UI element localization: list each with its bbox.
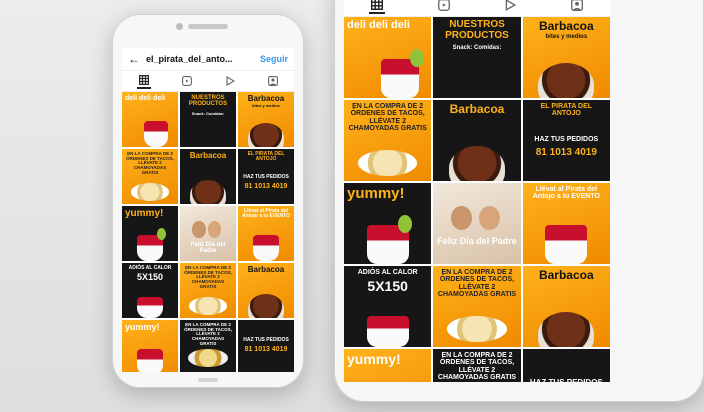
post-thumbnail[interactable]: EL PIRATA DEL ANTOJO HAZ TUS PEDIDOS 81 10…: [522, 100, 610, 181]
post-grid-right: deli deli deli NUESTROS PRODUCTOS Snack: …: [344, 17, 610, 382]
post-thumbnail[interactable]: yummy!: [122, 320, 178, 372]
screen-left: ← el_pirata_del_anto... Seguir deli deli…: [122, 48, 294, 372]
play-icon[interactable]: [502, 0, 518, 13]
tagged-icon[interactable]: [266, 74, 280, 88]
play-icon[interactable]: [223, 74, 237, 88]
post-thumbnail[interactable]: EN LA COMPRA DE 2 ÓRDENES DE TACOS, LLÉV…: [344, 100, 432, 181]
tagged-icon[interactable]: [569, 0, 585, 13]
speaker: [188, 24, 228, 29]
post-thumbnail[interactable]: EN LA COMPRA DE 2 ÓRDENES DE TACOS, LLÉV…: [180, 320, 236, 372]
grid-icon[interactable]: [136, 73, 151, 89]
post-thumbnail[interactable]: Barbacoa bites y medios: [238, 92, 294, 147]
post-thumbnail[interactable]: EN LA COMPRA DE 2 ÓRDENES DE TACOS, LLÉV…: [122, 149, 178, 204]
post-thumbnail[interactable]: Feliz Día del Padre: [433, 183, 521, 264]
post-thumbnail[interactable]: Barbacoa: [238, 263, 294, 318]
post-thumbnail[interactable]: HAZ TUS PEDIDOS81 1013 4019: [522, 349, 610, 382]
back-arrow-icon[interactable]: ←: [128, 52, 146, 66]
post-thumbnail[interactable]: yummy!: [122, 206, 178, 261]
post-grid-left: deli deli deli NUESTROS PRODUCTOS Snack: …: [122, 92, 294, 372]
post-thumbnail[interactable]: ADIÓS AL CALOR 5X150: [122, 263, 178, 318]
post-thumbnail[interactable]: Llévat al Pirata del Antojo a tu EVENTO: [238, 206, 294, 261]
post-thumbnail[interactable]: Barbacoa: [522, 266, 610, 347]
post-thumbnail[interactable]: Llévat al Pirata del Antojo a tu EVENTO: [522, 183, 610, 264]
grid-icon[interactable]: [369, 0, 386, 14]
post-thumbnail[interactable]: yummy!: [344, 183, 432, 264]
post-thumbnail[interactable]: ADIÓS AL CALOR 5X150: [344, 266, 432, 347]
post-thumbnail[interactable]: EN LA COMPRA DE 2 ÓRDENES DE TACOS, LLÉV…: [180, 263, 236, 318]
profile-username: el_pirata_del_anto...: [146, 54, 233, 64]
post-thumbnail[interactable]: EL PIRATA DEL ANTOJO HAZ TUS PEDIDOS 81 10…: [238, 149, 294, 204]
profile-tabs: [122, 71, 294, 92]
reels-icon[interactable]: [436, 0, 452, 13]
post-thumbnail[interactable]: EN LA COMPRA DE 2 ÓRDENES DE TACOS, LLÉV…: [433, 266, 521, 347]
post-thumbnail[interactable]: HAZ TUS PEDIDOS81 1013 4019: [238, 320, 294, 372]
screen-right: deli deli deli NUESTROS PRODUCTOS Snack: …: [344, 0, 610, 382]
phone-right: deli deli deli NUESTROS PRODUCTOS Snack: …: [334, 0, 704, 402]
post-thumbnail[interactable]: NUESTROS PRODUCTOS Snack: Comidas:: [433, 17, 521, 98]
profile-header: ← el_pirata_del_anto... Seguir: [122, 48, 294, 71]
post-thumbnail[interactable]: NUESTROS PRODUCTOS Snack: Comidas:: [180, 92, 236, 147]
post-thumbnail[interactable]: yummy!: [344, 349, 432, 382]
profile-tabs-zoomed: [344, 0, 610, 17]
post-thumbnail[interactable]: Barbacoa: [433, 100, 521, 181]
post-thumbnail[interactable]: deli deli deli: [122, 92, 178, 147]
front-camera: [176, 23, 183, 30]
reels-icon[interactable]: [180, 74, 194, 88]
post-thumbnail[interactable]: Barbacoa: [180, 149, 236, 204]
post-thumbnail[interactable]: EN LA COMPRA DE 2 ÓRDENES DE TACOS, LLÉV…: [433, 349, 521, 382]
post-thumbnail[interactable]: deli deli deli: [344, 17, 432, 98]
home-indicator: [198, 378, 218, 382]
post-thumbnail[interactable]: Feliz Día del Padre: [180, 206, 236, 261]
post-thumbnail[interactable]: Barbacoa bites y medios: [522, 17, 610, 98]
follow-button[interactable]: Seguir: [260, 54, 288, 64]
phone-left: ← el_pirata_del_anto... Seguir deli deli…: [112, 14, 304, 388]
